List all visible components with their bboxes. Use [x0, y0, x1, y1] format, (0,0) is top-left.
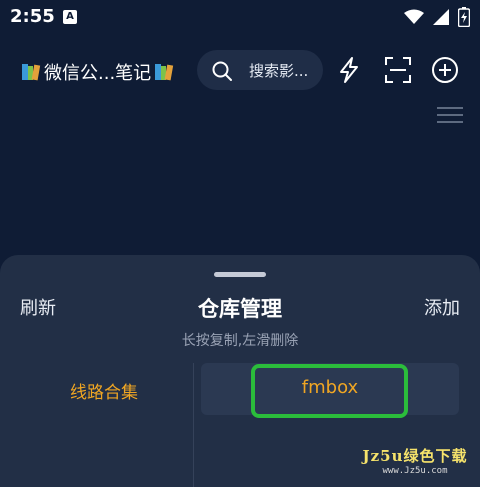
signal-icon	[433, 9, 449, 25]
highlight-box	[251, 364, 408, 418]
status-bar: 2:55 A	[0, 0, 480, 34]
lightning-icon[interactable]	[335, 56, 363, 84]
watermark-text: Jz5u绿色下载	[362, 447, 468, 465]
books-icon	[155, 64, 174, 81]
menu-icon[interactable]	[437, 106, 463, 124]
divider	[193, 363, 194, 487]
scan-icon[interactable]	[384, 56, 412, 84]
add-circle-icon[interactable]	[431, 56, 459, 84]
app-title[interactable]: 微信公...笔记	[20, 59, 175, 85]
sheet-title: 仓库管理	[198, 297, 282, 321]
watermark: Jz5u绿色下载 www.Jz5u.com	[356, 445, 474, 479]
search-icon	[212, 61, 232, 81]
search-placeholder: 搜索影...	[249, 62, 309, 80]
books-icon	[22, 64, 41, 81]
search-input[interactable]: 搜索影...	[197, 50, 323, 90]
status-time: 2:55	[10, 6, 55, 27]
top-bar: 微信公...笔记 搜索影...	[0, 46, 480, 94]
app-title-text: 微信公...笔记	[44, 63, 152, 84]
watermark-url: www.Jz5u.com	[382, 466, 448, 476]
add-button[interactable]: 添加	[424, 294, 460, 320]
status-indicators	[404, 7, 470, 27]
category-item[interactable]: 线路合集	[70, 378, 138, 403]
battery-icon	[458, 7, 470, 27]
notification-app-icon: A	[63, 10, 77, 24]
wifi-icon	[404, 9, 424, 24]
sheet-hint: 长按复制,左滑删除	[181, 333, 299, 349]
drag-handle[interactable]	[214, 272, 266, 277]
